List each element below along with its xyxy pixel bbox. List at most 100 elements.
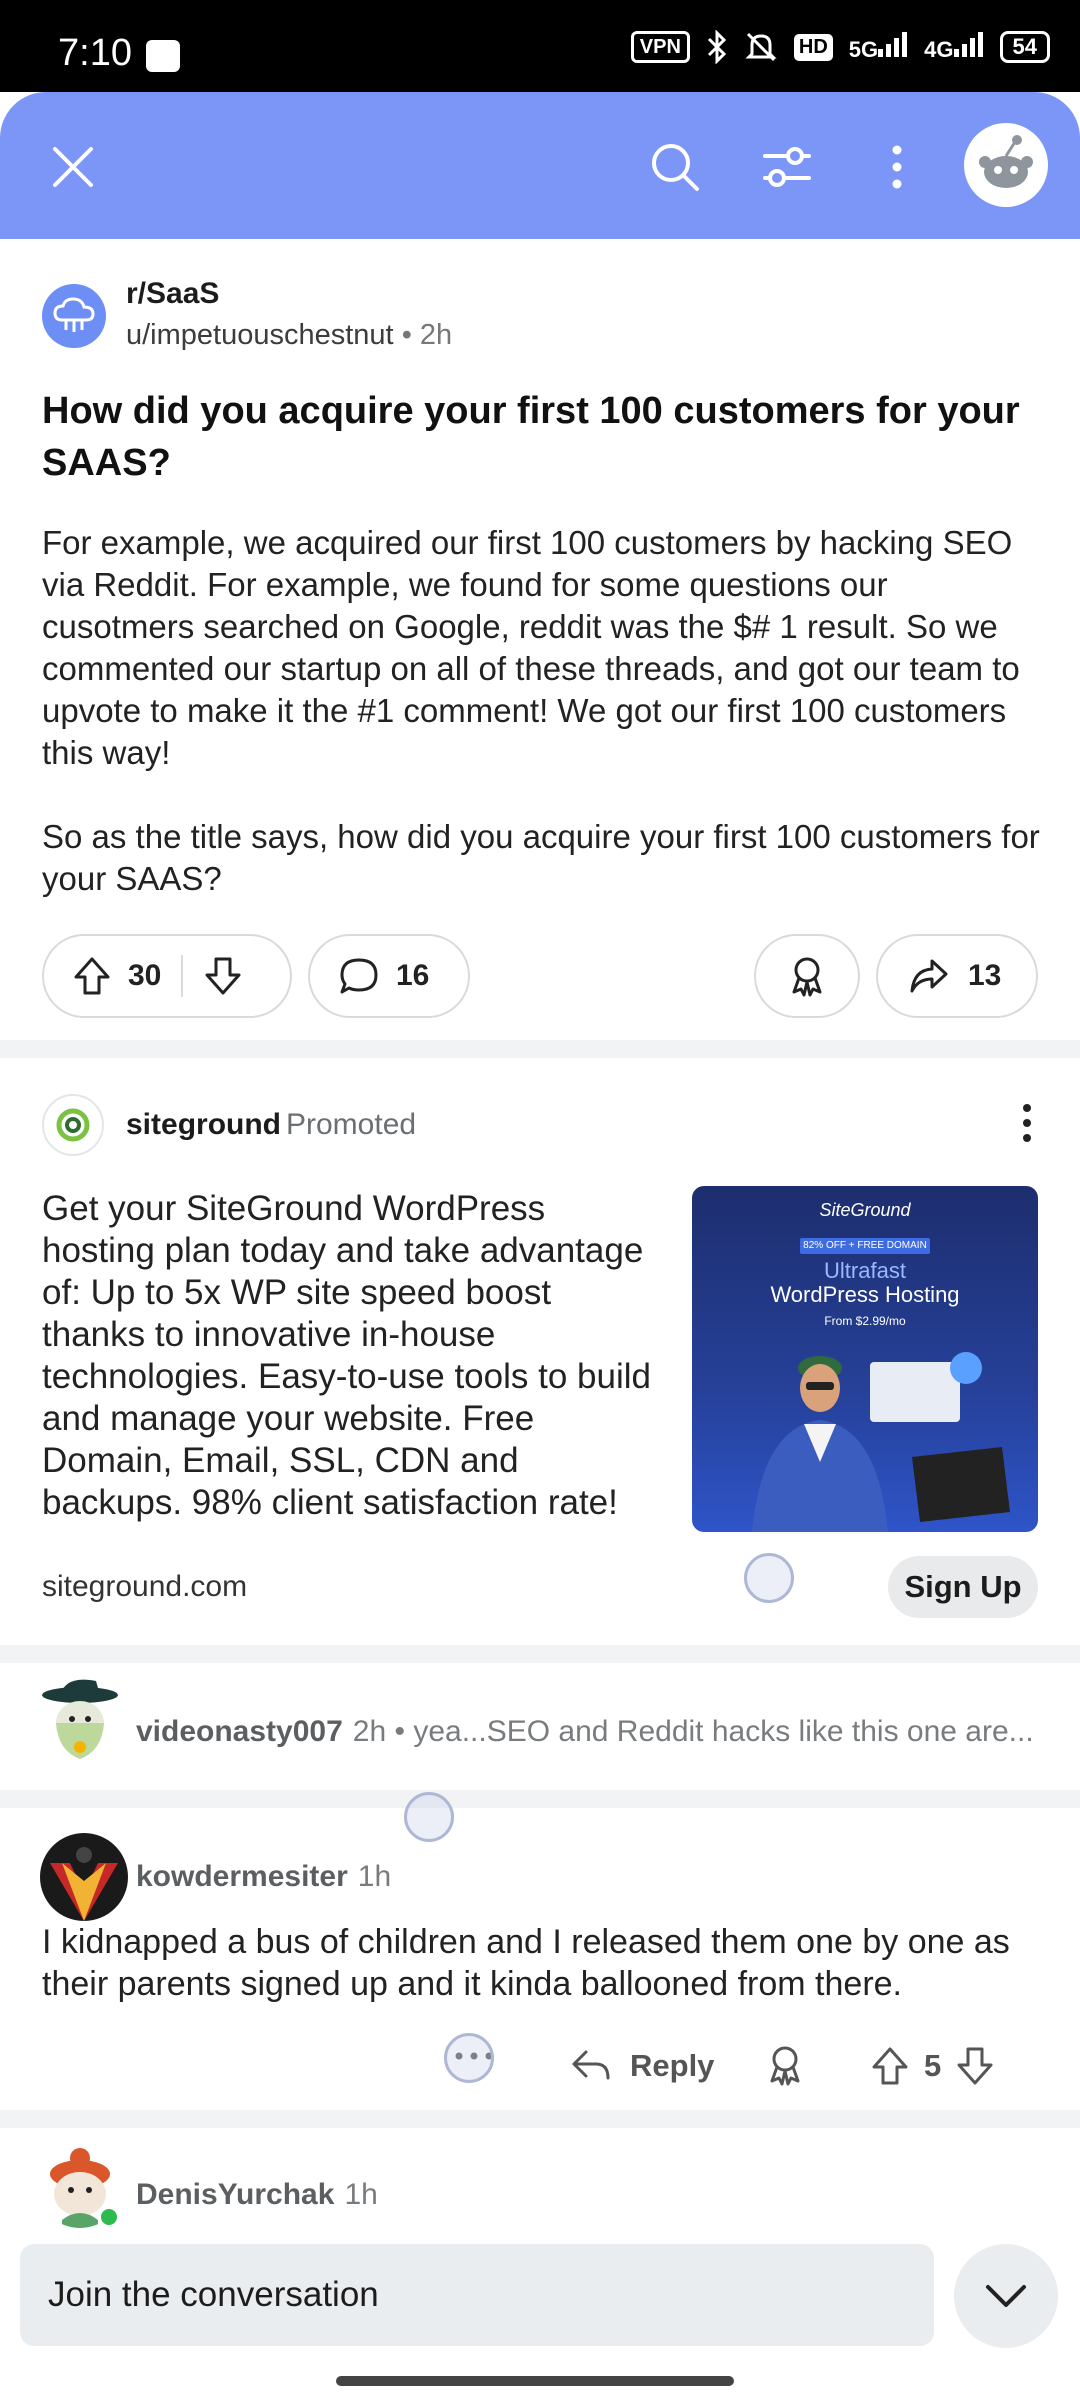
vote-bar: 30 bbox=[42, 934, 292, 1018]
search-icon bbox=[652, 144, 699, 191]
ad-image-brand: SiteGround bbox=[819, 1200, 911, 1220]
comment-body: I kidnapped a bus of children and I rele… bbox=[42, 1923, 1010, 2003]
comment: kowdermesiter 1h I kidnapped a bus of chi… bbox=[0, 1808, 1080, 2108]
comment-count: 16 bbox=[396, 959, 430, 992]
reply-button[interactable]: Reply bbox=[570, 2036, 714, 2096]
status-time: 7:10 bbox=[58, 32, 132, 74]
battery-icon: 54 bbox=[999, 31, 1050, 63]
more-vertical-icon bbox=[892, 145, 902, 189]
advertiser-logo[interactable] bbox=[42, 1094, 104, 1156]
comment-author[interactable]: videonasty007 bbox=[136, 1715, 343, 1748]
award-icon bbox=[770, 2046, 800, 2086]
sign-up-button[interactable]: Sign Up bbox=[888, 1556, 1038, 1618]
avatar[interactable] bbox=[40, 1833, 128, 1921]
downvote-icon[interactable] bbox=[203, 955, 243, 997]
downvote-icon[interactable] bbox=[955, 2045, 995, 2087]
ad-person-illustration bbox=[752, 1352, 1010, 1532]
hd-voice-icon: HD bbox=[793, 33, 833, 61]
touch-indicator bbox=[444, 2033, 494, 2083]
ad-domain[interactable]: siteground.com bbox=[42, 1570, 247, 1604]
comment-header: DenisYurchak 1h bbox=[136, 2178, 378, 2212]
search-button[interactable] bbox=[640, 132, 710, 202]
user-avatar-icon bbox=[40, 1833, 128, 1921]
avatar[interactable] bbox=[36, 1673, 124, 1761]
online-status-dot bbox=[98, 2206, 120, 2228]
ad-image[interactable]: SiteGround 82% OFF + FREE DOMAIN Ultrafa… bbox=[692, 1186, 1038, 1532]
join-conversation-input[interactable]: Join the conversation bbox=[20, 2244, 934, 2346]
comment-composer-bar: Join the conversation bbox=[0, 2228, 1080, 2400]
ad-more-button[interactable] bbox=[1002, 1098, 1052, 1148]
comment-award-button[interactable] bbox=[765, 2044, 805, 2091]
share-icon bbox=[910, 959, 948, 993]
ad-image-headline: WordPress Hosting bbox=[770, 1282, 960, 1307]
comment-author[interactable]: DenisYurchak bbox=[136, 2178, 334, 2211]
touch-indicator bbox=[744, 1553, 794, 1603]
reply-label: Reply bbox=[630, 2048, 715, 2083]
section-divider bbox=[0, 1040, 1080, 1058]
touch-indicator bbox=[404, 1792, 454, 1842]
vpn-icon: VPN bbox=[630, 31, 690, 63]
status-indicators: VPN HD 5G 4G 54 bbox=[630, 30, 1050, 64]
reply-icon bbox=[572, 2050, 610, 2080]
comment-author[interactable]: kowdermesiter bbox=[136, 1860, 348, 1893]
post-body-paragraph: So as the title says, how did you acquir… bbox=[42, 818, 1040, 897]
notification-app-icon bbox=[146, 40, 180, 72]
signal-4g-icon: 4G bbox=[924, 31, 983, 63]
signal-5g-icon: 5G bbox=[849, 31, 908, 63]
bluetooth-icon bbox=[707, 30, 727, 64]
ad-image-headline: Ultrafast bbox=[824, 1258, 906, 1283]
chevron-down-icon bbox=[986, 2285, 1026, 2307]
comment-actions: Reply 5 bbox=[0, 2036, 1080, 2096]
comment-collapsed[interactable]: videonasty007 2h • yea...SEO and Reddit h… bbox=[0, 1663, 1080, 1788]
more-options-button[interactable] bbox=[862, 132, 932, 202]
section-divider bbox=[0, 1645, 1080, 1663]
comment: DenisYurchak 1h bbox=[0, 2128, 1080, 2228]
upvote-icon[interactable] bbox=[870, 2045, 910, 2087]
top-app-bar bbox=[0, 92, 1080, 239]
more-vertical-icon bbox=[1023, 1104, 1031, 1142]
comment-preview: • yea...SEO and Reddit hacks like this o… bbox=[394, 1715, 1034, 1748]
mute-bell-icon bbox=[745, 32, 777, 62]
comment-age: 2h bbox=[352, 1715, 387, 1748]
post-meta: u/impetuouschestnut • 2h bbox=[126, 319, 452, 352]
post-age: 2h bbox=[419, 319, 453, 351]
filter-button[interactable] bbox=[752, 132, 822, 202]
subreddit-avatar[interactable] bbox=[42, 284, 106, 348]
subreddit-name[interactable]: r/SaaS bbox=[126, 277, 219, 311]
snoo-avatar-icon bbox=[42, 1679, 118, 1759]
comment-icon bbox=[340, 958, 378, 994]
award-icon bbox=[792, 957, 822, 997]
promoted-ad[interactable]: siteground Promoted Get your SiteGround … bbox=[0, 1058, 1080, 1645]
advertiser-name[interactable]: siteground bbox=[126, 1108, 281, 1142]
comment-vote-bar: 5 bbox=[870, 2036, 995, 2096]
comment-age: 1h bbox=[357, 1860, 392, 1893]
cloud-icon bbox=[53, 297, 95, 332]
share-button[interactable]: 13 bbox=[876, 934, 1038, 1018]
award-button[interactable] bbox=[754, 934, 860, 1018]
section-divider bbox=[0, 2110, 1080, 2128]
post-title: How did you acquire your first 100 custo… bbox=[42, 390, 1020, 484]
post-body-paragraph: For example, we acquired our first 100 c… bbox=[42, 524, 1020, 771]
comments-button[interactable]: 16 bbox=[308, 934, 470, 1018]
vote-count: 30 bbox=[128, 959, 162, 992]
ad-image-price: From $2.99/mo bbox=[824, 1314, 906, 1328]
profile-avatar[interactable] bbox=[964, 123, 1048, 207]
meta-separator: • bbox=[401, 319, 412, 351]
ad-text: Get your SiteGround WordPress hosting pl… bbox=[42, 1189, 651, 1522]
comment-vote-count: 5 bbox=[924, 2048, 942, 2083]
share-count: 13 bbox=[968, 959, 1002, 992]
upvote-icon[interactable] bbox=[72, 955, 112, 997]
status-bar: 7:10 VPN HD 5G 4G 54 bbox=[0, 0, 1080, 92]
post-author[interactable]: u/impetuouschestnut bbox=[126, 319, 394, 351]
comment-header: videonasty007 2h • yea...SEO and Reddit h… bbox=[136, 1715, 1034, 1749]
vote-divider bbox=[181, 955, 184, 997]
close-button[interactable] bbox=[38, 132, 108, 202]
post-body: For example, we acquired our first 100 c… bbox=[42, 522, 1042, 942]
comment-age: 1h bbox=[344, 2178, 378, 2211]
ad-image-badge: 82% OFF + FREE DOMAIN bbox=[800, 1238, 930, 1254]
section-divider bbox=[0, 1790, 1080, 1808]
home-indicator[interactable] bbox=[336, 2376, 734, 2386]
collapse-button[interactable] bbox=[954, 2244, 1058, 2348]
promoted-label: Promoted bbox=[286, 1108, 417, 1141]
post: r/SaaS u/impetuouschestnut • 2h How did … bbox=[0, 239, 1080, 1039]
